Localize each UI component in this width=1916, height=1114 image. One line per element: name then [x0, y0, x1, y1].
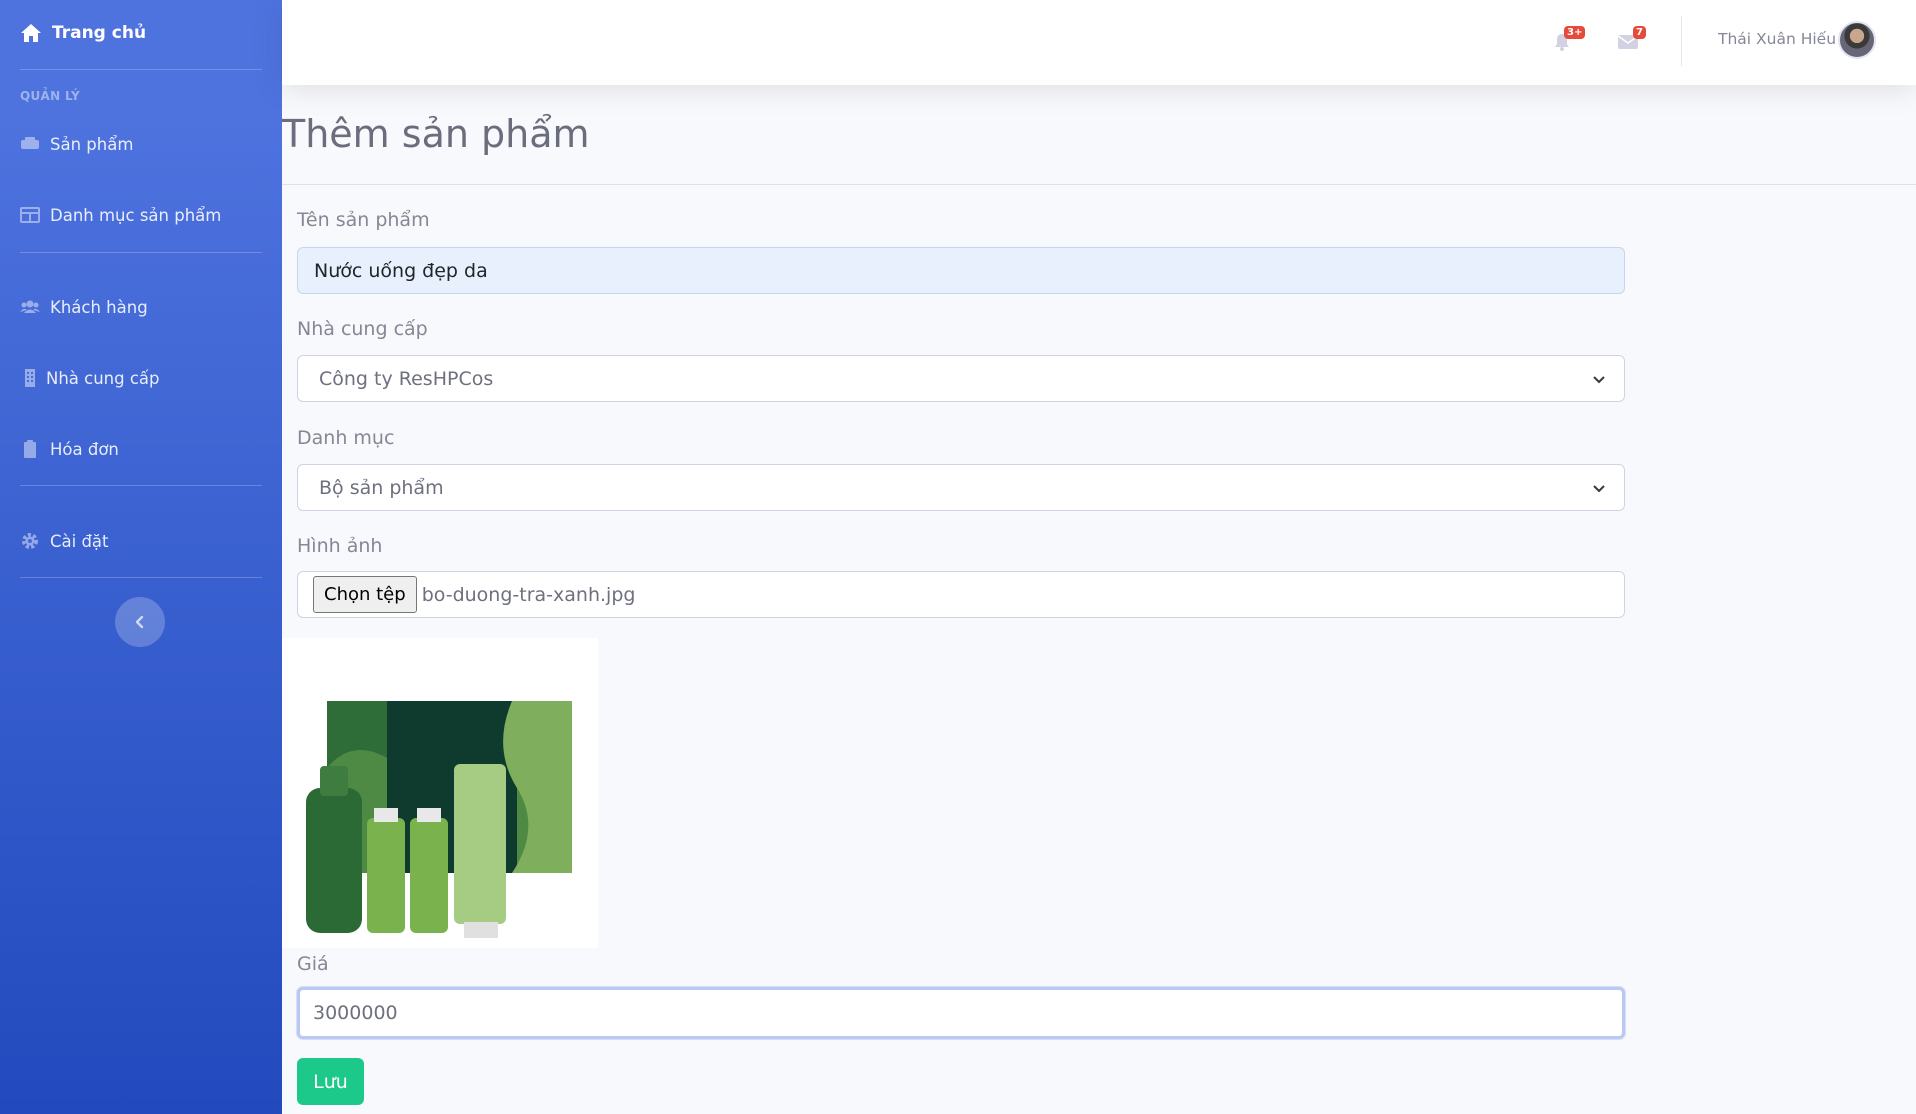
sidebar-item-label: Danh mục sản phẩm	[50, 205, 222, 225]
title-divider	[282, 184, 1916, 185]
sidebar-item-label: Nhà cung cấp	[46, 368, 160, 388]
sidebar-item-label: Khách hàng	[50, 297, 148, 317]
image-file-input[interactable]: Chọn tệp bo-duong-tra-xanh.jpg	[297, 571, 1625, 618]
save-button[interactable]: Lưu	[297, 1058, 364, 1105]
users-icon	[20, 300, 40, 313]
sidebar-divider	[20, 577, 262, 578]
sidebar-toggle-button[interactable]	[115, 597, 165, 647]
chevron-down-icon	[1593, 375, 1605, 383]
clipboard-icon	[24, 440, 36, 458]
chevron-left-icon	[135, 615, 144, 629]
sidebar-item-settings[interactable]: Cài đặt	[20, 531, 109, 551]
product-name-label: Tên sản phẩm	[297, 209, 430, 231]
table-icon	[20, 207, 40, 223]
choose-file-button[interactable]: Chọn tệp	[313, 576, 417, 613]
alerts-badge: 3+	[1564, 26, 1586, 39]
sidebar-item-label: Sản phẩm	[50, 134, 134, 154]
sidebar-brand[interactable]: Trang chủ	[20, 20, 146, 46]
gear-icon	[22, 533, 38, 549]
category-selected-value: Bộ sản phẩm	[319, 476, 444, 499]
file-name: bo-duong-tra-xanh.jpg	[421, 583, 636, 606]
supplier-select[interactable]: Công ty ResHPCos	[297, 355, 1625, 402]
topbar: 3+ 7	[282, 0, 1916, 85]
product-image	[306, 701, 572, 938]
sidebar-item-label: Cài đặt	[50, 531, 109, 551]
category-label: Danh mục	[297, 427, 395, 449]
sidebar-item-customers[interactable]: Khách hàng	[20, 297, 148, 317]
price-label: Giá	[297, 953, 329, 975]
messages-badge: 7	[1633, 26, 1646, 39]
page-title: Thêm sản phẩm	[282, 112, 590, 156]
boxes-icon	[21, 137, 39, 149]
sidebar-heading: QUẢN LÝ	[20, 89, 81, 103]
sidebar-divider	[20, 252, 262, 253]
building-icon	[25, 369, 35, 387]
supplier-label: Nhà cung cấp	[297, 318, 428, 340]
user-name[interactable]: Thái Xuân Hiếu	[1718, 30, 1836, 48]
sidebar-item-products[interactable]: Sản phẩm	[20, 134, 133, 154]
chevron-down-icon	[1593, 484, 1605, 492]
topbar-divider	[1681, 16, 1682, 66]
alerts-dropdown[interactable]: 3+	[1552, 26, 1586, 52]
sidebar: Trang chủ QUẢN LÝ Sản phẩm Danh mục sản …	[0, 0, 282, 1114]
sidebar-item-suppliers[interactable]: Nhà cung cấp	[20, 368, 160, 388]
sidebar-item-label: Hóa đơn	[50, 439, 119, 459]
sidebar-divider	[20, 69, 262, 70]
category-select[interactable]: Bộ sản phẩm	[297, 464, 1625, 511]
messages-dropdown[interactable]: 7	[1617, 26, 1646, 52]
price-input[interactable]	[297, 987, 1625, 1039]
sidebar-item-categories[interactable]: Danh mục sản phẩm	[20, 205, 221, 225]
sidebar-item-invoices[interactable]: Hóa đơn	[20, 439, 119, 459]
home-icon	[21, 24, 41, 42]
brand-label: Trang chủ	[52, 23, 147, 43]
image-label: Hình ảnh	[297, 535, 383, 557]
product-image-preview	[282, 638, 598, 948]
avatar[interactable]	[1838, 21, 1876, 59]
product-name-input[interactable]	[297, 247, 1625, 294]
supplier-selected-value: Công ty ResHPCos	[319, 367, 494, 390]
sidebar-divider	[20, 485, 262, 486]
